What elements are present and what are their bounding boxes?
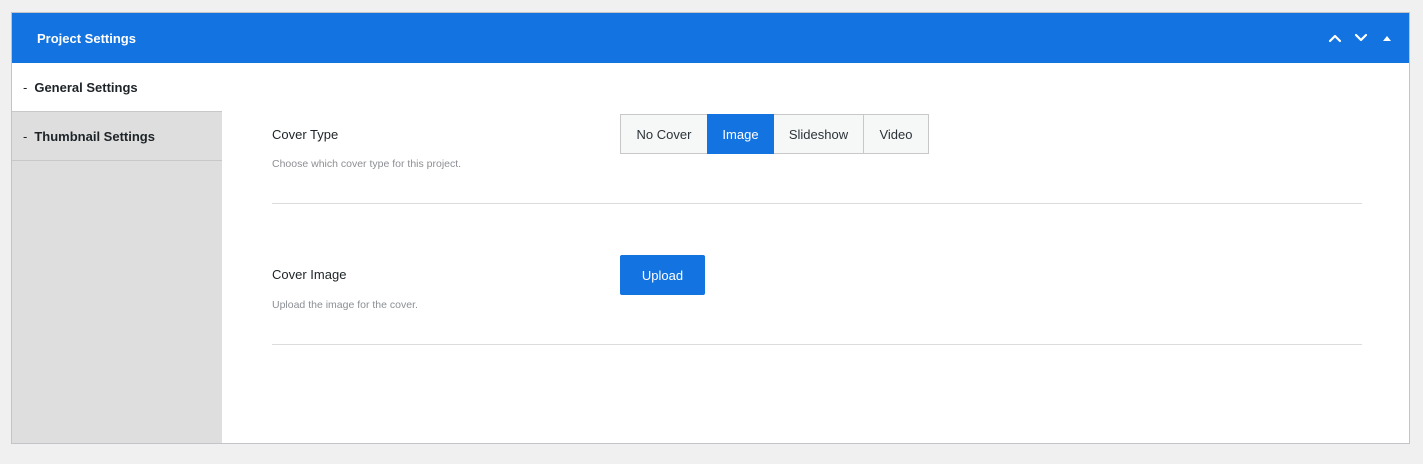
settings-sidebar: - General Settings - Thumbnail Settings [12,63,222,443]
metabox-title: Project Settings [37,30,136,46]
cover-type-label: Cover Type [272,127,339,142]
chevron-down-icon [1354,33,1368,42]
cover-type-row: Cover Type Choose which cover type for t… [272,63,1362,204]
sidebar-item-label: Thumbnail Settings [34,128,155,144]
project-settings-metabox: Project Settings - General Settings - Th… [11,12,1410,444]
sidebar-item-dash: - [23,128,28,144]
sidebar-item-general-settings[interactable]: - General Settings [12,63,222,112]
metabox-header: Project Settings [12,13,1409,63]
sidebar-item-dash: - [23,79,28,95]
cover-image-description: Upload the image for the cover. [272,299,418,311]
cover-image-row: Cover Image Upload the image for the cov… [272,204,1362,345]
chevron-up-icon [1328,34,1342,43]
header-actions [1325,28,1397,48]
triangle-up-icon [1383,36,1391,41]
sidebar-item-label: General Settings [34,79,138,95]
upload-button[interactable]: Upload [620,255,705,295]
cover-type-option-image[interactable]: Image [707,114,774,154]
cover-type-description: Choose which cover type for this project… [272,158,462,170]
cover-type-option-video[interactable]: Video [863,114,929,154]
cover-image-label: Cover Image [272,267,347,282]
cover-type-button-group: No Cover Image Slideshow Video [620,114,929,154]
settings-content: Cover Type Choose which cover type for t… [272,63,1362,345]
cover-type-option-slideshow[interactable]: Slideshow [773,114,864,154]
sidebar-item-thumbnail-settings[interactable]: - Thumbnail Settings [12,112,222,161]
cover-type-option-no-cover[interactable]: No Cover [620,114,708,154]
move-down-button[interactable] [1351,28,1371,48]
move-up-button[interactable] [1325,28,1345,48]
toggle-panel-button[interactable] [1377,28,1397,48]
